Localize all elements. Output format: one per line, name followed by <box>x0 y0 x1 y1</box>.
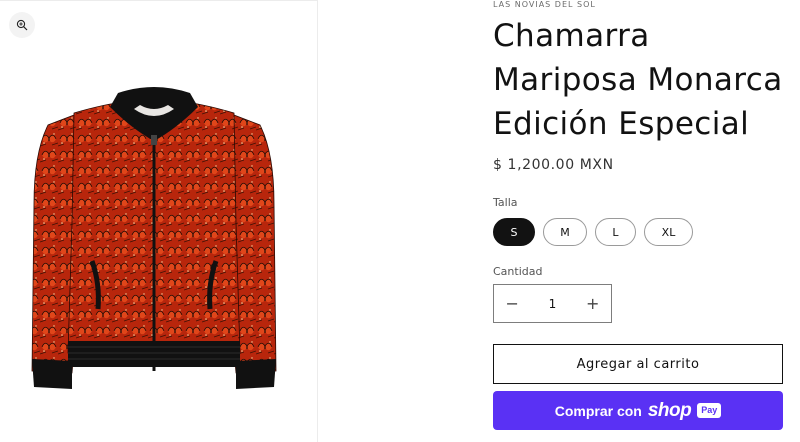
plus-icon: + <box>586 294 600 313</box>
quantity-label: Cantidad <box>493 265 543 278</box>
add-to-cart-button[interactable]: Agregar al carrito <box>493 344 783 384</box>
minus-icon: − <box>505 294 519 313</box>
shop-pay-button[interactable]: Comprar con shop Pay <box>493 391 783 430</box>
size-selector: S M L XL <box>493 218 693 246</box>
shop-pay-label: Comprar con <box>554 402 642 419</box>
zoom-in-icon <box>16 19 28 31</box>
size-option-l[interactable]: L <box>595 218 636 246</box>
pay-badge: Pay <box>697 403 722 418</box>
quantity-stepper: − + <box>493 284 612 323</box>
product-image[interactable] <box>22 83 286 393</box>
size-option-m[interactable]: M <box>543 218 587 246</box>
size-option-xl[interactable]: XL <box>644 218 693 246</box>
product-title: Chamarra Mariposa Monarca Edición Especi… <box>493 18 783 142</box>
size-label: Talla <box>493 196 518 209</box>
quantity-decrease-button[interactable]: − <box>494 285 531 322</box>
product-media <box>0 0 318 442</box>
product-price: $ 1,200.00 MXN <box>493 157 614 173</box>
quantity-input[interactable] <box>530 295 575 312</box>
zoom-button[interactable] <box>9 12 35 38</box>
vendor-name: LAS NOVIAS DEL SOL <box>493 0 596 9</box>
quantity-increase-button[interactable]: + <box>575 285 612 322</box>
shop-logo: shop <box>647 399 692 421</box>
size-option-s[interactable]: S <box>493 218 535 246</box>
